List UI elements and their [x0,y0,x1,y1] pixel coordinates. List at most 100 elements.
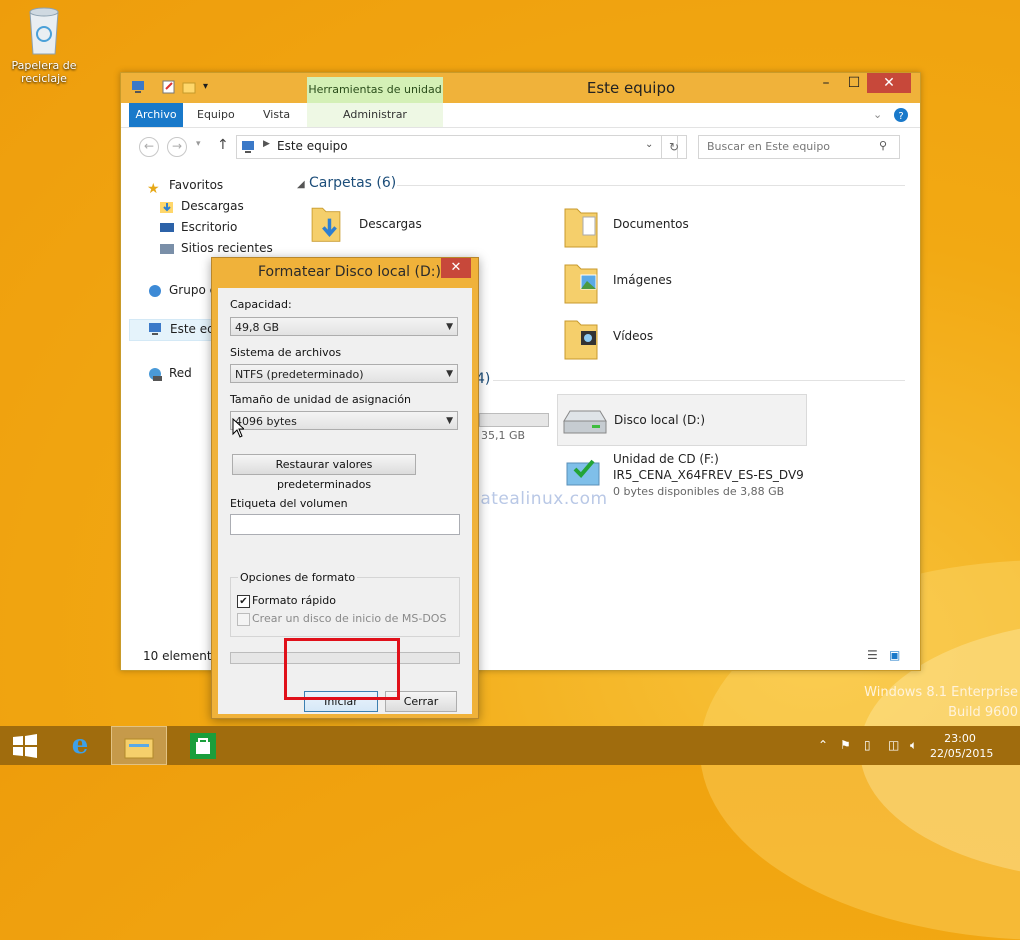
cd-drive-space: 0 bytes disponibles de 3,88 GB [613,485,785,498]
windows-branding: Windows 8.1 Enterprise Build 9600 [840,683,1018,723]
section-divider [397,185,905,186]
downloads-folder-icon [311,207,341,242]
chevron-down-icon: ▼ [446,322,453,332]
action-center-flag-icon[interactable]: ⚑ [840,738,851,752]
file-explorer-icon [124,738,154,758]
desktop-icon [159,221,175,235]
new-folder-icon[interactable] [181,79,197,95]
ribbon-expand-icon[interactable]: ⌄ [873,103,882,127]
volume-label-caption: Etiqueta del volumen [230,497,348,510]
tab-vista[interactable]: Vista [263,103,290,127]
msdos-checkbox[interactable] [237,613,250,626]
close-button[interactable]: ✕ [867,73,911,93]
folder-imagenes[interactable] [563,259,599,308]
cd-drive-name[interactable]: Unidad de CD (F:) [613,452,719,466]
computer-icon [148,322,164,339]
nav-red[interactable]: Red [147,363,192,383]
start-menu-button[interactable] [0,726,50,765]
folder-documentos-label: Documentos [613,217,689,231]
qat-dropdown-icon[interactable]: ▾ [203,81,219,97]
nav-escritorio[interactable]: Escritorio [159,217,237,237]
recycle-bin-icon [29,7,59,55]
network-status-icon[interactable]: ◫ [888,738,899,752]
hard-drive-icon [563,410,607,434]
filesystem-select[interactable]: NTFS (predeterminado) ▼ [230,364,458,383]
internet-explorer-icon: e [71,730,89,760]
computer-icon [131,79,147,95]
folder-descargas[interactable] [309,203,343,246]
nav-sitios-recientes[interactable]: Sitios recientes [159,238,273,258]
volume-label-input[interactable] [230,514,460,535]
nav-favoritos[interactable]: ★ Favoritos [147,175,223,197]
volume-icon[interactable]: 🔈︎ [910,738,917,753]
show-hidden-icons-icon[interactable]: ⌃ [818,738,828,752]
search-icon: ⚲ [879,139,888,152]
quick-format-checkbox[interactable]: ✔ [237,595,250,608]
star-icon: ★ [147,180,160,197]
windows-logo-icon [13,733,37,758]
tab-equipo[interactable]: Equipo [197,103,235,127]
quick-format-label: Formato rápido [252,594,337,607]
allocation-label: Tamaño de unidad de asignación [230,393,412,406]
properties-icon[interactable] [161,79,177,95]
mouse-cursor-icon [232,418,244,438]
recycle-bin-shortcut[interactable]: Papelera de reciclaje [6,4,82,85]
explorer-titlebar[interactable]: ▾ Herramientas de unidad Este equipo – ☐… [121,73,920,103]
nav-descargas[interactable]: Descargas [159,196,244,216]
tab-archivo[interactable]: Archivo [129,103,183,127]
help-icon[interactable]: ? [893,103,909,127]
back-button[interactable]: ← [139,137,159,157]
large-icons-view-icon[interactable]: ▣ [889,648,900,662]
format-options-group [230,577,460,637]
details-view-icon[interactable]: ☰ [867,648,878,662]
capacity-value: 49,8 GB [235,321,280,334]
folder-descargas-label: Descargas [359,217,422,231]
nav-escritorio-label: Escritorio [181,220,238,234]
recycle-bin-label-1: Papelera de [11,59,77,72]
address-dropdown-icon[interactable]: ⌄ [645,139,653,150]
svg-text:?: ? [898,111,903,122]
store-icon [190,732,216,759]
breadcrumb-este-equipo[interactable]: Este equipo [277,139,348,153]
nav-grupo-hogar[interactable]: Grupo e [147,280,217,300]
drive-d-label: Disco local (D:) [614,413,706,427]
tab-administrar[interactable]: Administrar [307,103,443,127]
drive-d-tile[interactable]: Disco local (D:) [557,394,807,446]
address-box[interactable]: ▶ Este equipo ⌄ [236,135,678,159]
filesystem-value: NTFS (predeterminado) [235,368,364,381]
maximize-button[interactable]: ☐ [839,73,869,93]
up-button[interactable]: ↑ [217,137,229,153]
folder-documentos[interactable] [563,203,599,252]
restore-defaults-button[interactable]: Restaurar valores predeterminados [232,454,416,491]
battery-icon[interactable]: ▯ [864,738,871,752]
capacity-select[interactable]: 49,8 GB ▼ [230,317,458,336]
cd-drive-label: IR5_CENA_X64FREV_ES-ES_DV9 [613,468,804,482]
collapse-section-icon[interactable]: ◢ [297,179,305,190]
minimize-button[interactable]: – [811,73,841,93]
branding-edition: Windows 8.1 Enterprise [864,685,1018,700]
allocation-value: 4096 bytes [235,415,297,428]
store-button[interactable] [178,726,228,765]
internet-explorer-button[interactable]: e [55,726,105,765]
taskbar: e ⌃ ⚑ ▯ ◫ 🔈︎ 23:00 22/05/2015 [0,726,1020,765]
folder-videos[interactable] [563,315,599,364]
breadcrumb-chevron-icon[interactable]: ▶ [263,139,270,149]
start-button-highlight [284,638,400,700]
dialog-close-button[interactable]: ✕ [441,258,471,278]
folders-section-header[interactable]: Carpetas (6) [309,175,396,191]
allocation-select[interactable]: 4096 bytes ▼ [230,411,458,430]
recent-locations-icon[interactable]: ▾ [196,139,201,149]
homegroup-icon [147,284,163,298]
forward-button[interactable]: → [167,137,187,157]
search-placeholder: Buscar en Este equipo [707,140,831,153]
clock-time: 23:00 [944,732,976,745]
clock-date: 22/05/2015 [930,747,994,760]
cd-drive-icon [566,459,600,486]
search-input[interactable]: Buscar en Este equipo ⚲ [698,135,900,159]
refresh-button[interactable]: ↻ [661,135,687,159]
ribbon-tabs: Archivo Equipo Vista Administrar ⌄ ? [121,103,920,128]
system-clock[interactable]: 23:00 22/05/2015 [930,731,994,761]
chevron-down-icon: ▼ [446,369,453,379]
file-explorer-button[interactable] [111,726,167,765]
nav-grupo-label: Grupo e [169,283,217,297]
